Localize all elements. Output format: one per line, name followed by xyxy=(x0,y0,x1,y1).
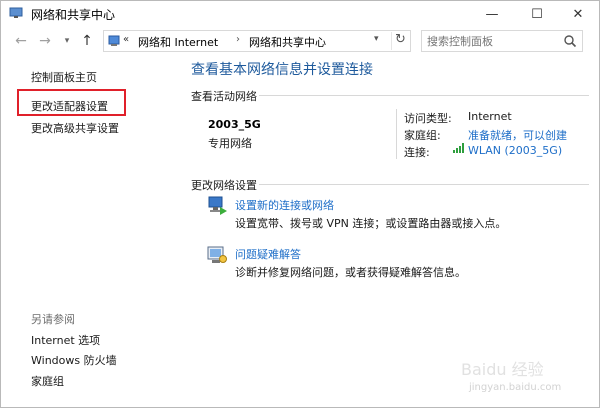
address-dropdown-icon[interactable]: ▾ xyxy=(374,34,379,44)
homegroup-status-link[interactable]: 准备就绪，可以创建 xyxy=(468,127,567,143)
change-advanced-sharing-link[interactable]: 更改高级共享设置 xyxy=(31,120,119,136)
breadcrumb-network-sharing-center[interactable]: 网络和共享中心 xyxy=(249,34,326,50)
access-type-value: Internet xyxy=(468,110,512,123)
network-setup-icon[interactable] xyxy=(206,195,228,217)
window-title: 网络和共享中心 xyxy=(31,8,116,22)
connections-label: 连接: xyxy=(404,146,430,159)
troubleshoot-problems-link[interactable]: 问题疑难解答 xyxy=(235,246,301,262)
access-type-label: 访问类型: xyxy=(404,112,452,125)
setup-new-connection-link[interactable]: 设置新的连接或网络 xyxy=(235,197,334,213)
close-button[interactable]: ✕ xyxy=(557,1,599,27)
breadcrumb-separator-icon[interactable]: › xyxy=(236,34,240,45)
watermark-logo: Baidu 经验 xyxy=(461,360,544,379)
windows-firewall-link[interactable]: Windows 防火墙 xyxy=(31,352,117,368)
refresh-icon[interactable]: ↻ xyxy=(391,32,409,50)
control-panel-home-link[interactable]: 控制面板主页 xyxy=(31,69,97,85)
page-title: 查看基本网络信息并设置连接 xyxy=(191,62,373,78)
title-bar: 网络和共享中心 — ☐ ✕ xyxy=(1,1,599,27)
troubleshoot-icon[interactable] xyxy=(206,244,228,266)
maximize-button[interactable]: ☐ xyxy=(516,1,558,27)
section-divider xyxy=(259,184,589,185)
vertical-divider xyxy=(396,109,397,159)
forward-arrow-icon[interactable]: → xyxy=(37,33,53,49)
network-app-icon xyxy=(9,7,23,18)
search-input[interactable] xyxy=(427,33,557,49)
control-panel-icon xyxy=(108,35,120,46)
breadcrumb-network-internet[interactable]: 网络和 Internet xyxy=(138,34,218,50)
network-name: 2003_5G xyxy=(208,118,261,131)
wifi-signal-icon xyxy=(453,143,464,153)
back-arrow-icon[interactable]: ← xyxy=(13,33,29,49)
search-icon[interactable] xyxy=(563,34,577,48)
up-arrow-icon[interactable]: ↑ xyxy=(79,33,95,49)
wlan-connection-link[interactable]: WLAN (2003_5G) xyxy=(468,144,562,157)
section-divider xyxy=(259,95,589,96)
active-networks-heading: 查看活动网络 xyxy=(191,90,257,103)
homegroup-label: 家庭组: xyxy=(404,129,441,142)
network-sharing-center-window: 网络和共享中心 — ☐ ✕ ← → ▾ ↑ « 网络和 Internet › 网… xyxy=(0,0,600,408)
see-also-label: 另请参阅 xyxy=(31,313,75,326)
address-bar[interactable]: « 网络和 Internet › 网络和共享中心 ▾ ↻ xyxy=(103,30,411,52)
internet-options-link[interactable]: Internet 选项 xyxy=(31,332,100,348)
recent-locations-icon[interactable]: ▾ xyxy=(59,33,75,49)
navigation-bar: ← → ▾ ↑ « 网络和 Internet › 网络和共享中心 ▾ ↻ xyxy=(1,27,599,57)
watermark-url: jingyan.baidu.com xyxy=(469,382,562,393)
address-overflow-icon[interactable]: « xyxy=(123,34,129,45)
setup-new-connection-description: 设置宽带、拨号或 VPN 连接；或设置路由器或接入点。 xyxy=(235,217,507,230)
homegroup-link[interactable]: 家庭组 xyxy=(31,373,64,389)
troubleshoot-problems-description: 诊断并修复网络问题，或者获得疑难解答信息。 xyxy=(235,266,466,279)
network-profile-type: 专用网络 xyxy=(208,137,252,150)
annotation-highlight-box xyxy=(17,89,126,116)
minimize-button[interactable]: — xyxy=(471,1,513,27)
change-settings-heading: 更改网络设置 xyxy=(191,179,257,192)
search-box[interactable] xyxy=(421,30,583,52)
